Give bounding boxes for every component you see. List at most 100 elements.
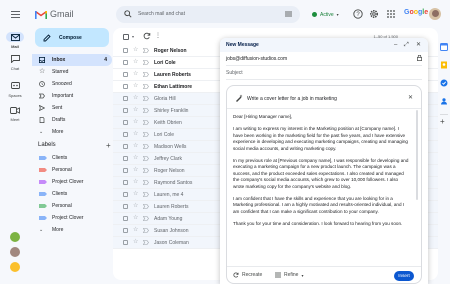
star-icon[interactable]: ☆ bbox=[133, 47, 138, 54]
row-checkbox[interactable] bbox=[123, 84, 128, 89]
row-checkbox[interactable] bbox=[123, 156, 128, 161]
star-icon[interactable]: ☆ bbox=[133, 59, 138, 66]
rail-item-meet[interactable]: Meet bbox=[0, 107, 30, 122]
star-icon[interactable]: ☆ bbox=[133, 143, 138, 150]
nav-item-drafts[interactable]: Drafts bbox=[32, 114, 112, 126]
row-checkbox[interactable] bbox=[123, 144, 128, 149]
important-icon[interactable] bbox=[143, 72, 149, 77]
star-icon[interactable]: ☆ bbox=[133, 227, 138, 234]
chat-avatar[interactable] bbox=[10, 247, 20, 257]
add-label-button[interactable]: + bbox=[106, 141, 111, 150]
star-icon[interactable]: ☆ bbox=[133, 167, 138, 174]
star-icon[interactable]: ☆ bbox=[133, 83, 138, 90]
label-item[interactable]: Personal bbox=[32, 200, 112, 212]
important-icon[interactable] bbox=[143, 60, 149, 65]
lock-icon[interactable] bbox=[417, 55, 422, 61]
expand-icon[interactable]: ⤢ bbox=[404, 41, 409, 49]
nav-item-starred[interactable]: ☆ Starred bbox=[32, 66, 112, 78]
important-icon[interactable] bbox=[143, 204, 149, 209]
select-all-checkbox[interactable] bbox=[123, 34, 129, 40]
important-icon[interactable] bbox=[143, 228, 149, 233]
rail-item-chat[interactable]: Chat bbox=[0, 55, 30, 71]
row-checkbox[interactable] bbox=[123, 168, 128, 173]
status-selector[interactable]: Active ▾ bbox=[308, 8, 343, 21]
row-checkbox[interactable] bbox=[123, 48, 128, 53]
close-icon[interactable]: ✕ bbox=[416, 41, 421, 49]
row-checkbox[interactable] bbox=[123, 60, 128, 65]
label-item[interactable]: Personal bbox=[32, 164, 112, 176]
label-item[interactable]: Clients bbox=[32, 188, 112, 200]
important-icon[interactable] bbox=[143, 120, 149, 125]
important-icon[interactable] bbox=[143, 192, 149, 197]
keep-icon[interactable] bbox=[440, 61, 448, 69]
nav-item-more[interactable]: ⌄ More bbox=[32, 126, 112, 138]
row-checkbox[interactable] bbox=[123, 192, 128, 197]
important-icon[interactable] bbox=[143, 48, 149, 53]
important-icon[interactable] bbox=[143, 84, 149, 89]
add-addon-icon[interactable]: + bbox=[440, 118, 445, 126]
label-item[interactable]: Project Clover bbox=[32, 212, 112, 224]
star-icon[interactable]: ☆ bbox=[133, 95, 138, 102]
refine-button[interactable]: Refine ▾ bbox=[275, 272, 303, 278]
search-options-icon[interactable] bbox=[285, 11, 292, 17]
important-icon[interactable] bbox=[143, 156, 149, 161]
insert-button[interactable]: Insert bbox=[394, 271, 414, 281]
google-logo[interactable]: Google bbox=[404, 9, 428, 16]
compose-button[interactable]: Compose bbox=[35, 28, 109, 47]
prompt-text[interactable]: Write a cover letter for a job in market… bbox=[247, 96, 337, 102]
apps-icon[interactable] bbox=[386, 9, 396, 19]
search-icon[interactable] bbox=[124, 10, 132, 18]
row-checkbox[interactable] bbox=[123, 180, 128, 185]
nav-item-important[interactable]: Important bbox=[32, 90, 112, 102]
tasks-icon[interactable] bbox=[440, 79, 448, 87]
star-icon[interactable]: ☆ bbox=[133, 107, 138, 114]
subject-field[interactable]: Subject bbox=[226, 70, 243, 76]
close-icon[interactable]: ✕ bbox=[408, 94, 413, 102]
row-checkbox[interactable] bbox=[123, 108, 128, 113]
row-checkbox[interactable] bbox=[123, 228, 128, 233]
chat-avatar[interactable] bbox=[10, 232, 20, 242]
star-icon[interactable]: ☆ bbox=[133, 155, 138, 162]
label-item[interactable]: Project Clover bbox=[32, 176, 112, 188]
compose-header[interactable]: New Message – ⤢ ✕ bbox=[220, 38, 428, 52]
account-avatar[interactable] bbox=[429, 8, 441, 20]
nav-item-inbox[interactable]: Inbox 4 bbox=[32, 54, 112, 66]
rail-item-mail[interactable]: Mail bbox=[0, 32, 30, 49]
minimize-icon[interactable]: – bbox=[394, 41, 397, 49]
row-checkbox[interactable] bbox=[123, 72, 128, 77]
contacts-icon[interactable] bbox=[440, 97, 448, 105]
important-icon[interactable] bbox=[143, 108, 149, 113]
important-icon[interactable] bbox=[143, 216, 149, 221]
important-icon[interactable] bbox=[143, 132, 149, 137]
row-checkbox[interactable] bbox=[123, 96, 128, 101]
nav-item-sent[interactable]: Sent bbox=[32, 102, 112, 114]
important-icon[interactable] bbox=[143, 180, 149, 185]
star-icon[interactable]: ☆ bbox=[133, 239, 138, 246]
scrollbar[interactable] bbox=[416, 110, 418, 200]
star-icon[interactable]: ☆ bbox=[133, 191, 138, 198]
row-checkbox[interactable] bbox=[123, 216, 128, 221]
search-bar[interactable]: Search mail and chat bbox=[116, 6, 300, 23]
labels-more[interactable]: ⌄ More bbox=[32, 224, 112, 236]
star-icon[interactable]: ☆ bbox=[133, 119, 138, 126]
label-item[interactable]: Clients bbox=[32, 152, 112, 164]
important-icon[interactable] bbox=[143, 168, 149, 173]
row-checkbox[interactable] bbox=[123, 120, 128, 125]
gmail-logo[interactable]: Gmail bbox=[35, 9, 74, 19]
more-options-icon[interactable]: ⋮ bbox=[155, 32, 161, 39]
star-icon[interactable]: ☆ bbox=[133, 215, 138, 222]
important-icon[interactable] bbox=[143, 240, 149, 245]
star-icon[interactable]: ☆ bbox=[133, 131, 138, 138]
chat-avatar[interactable] bbox=[10, 262, 20, 272]
rail-item-spaces[interactable]: Spaces bbox=[0, 82, 30, 98]
important-icon[interactable] bbox=[143, 96, 149, 101]
recreate-button[interactable]: Recreate bbox=[233, 272, 262, 278]
row-checkbox[interactable] bbox=[123, 204, 128, 209]
recipient-field[interactable]: jobs@diffusion-studios.com bbox=[226, 56, 287, 62]
important-icon[interactable] bbox=[143, 144, 149, 149]
help-icon[interactable]: ? bbox=[353, 9, 363, 19]
refresh-icon[interactable] bbox=[143, 32, 151, 40]
row-checkbox[interactable] bbox=[123, 240, 128, 245]
nav-item-snoozed[interactable]: Snoozed bbox=[32, 78, 112, 90]
star-icon[interactable]: ☆ bbox=[133, 203, 138, 210]
